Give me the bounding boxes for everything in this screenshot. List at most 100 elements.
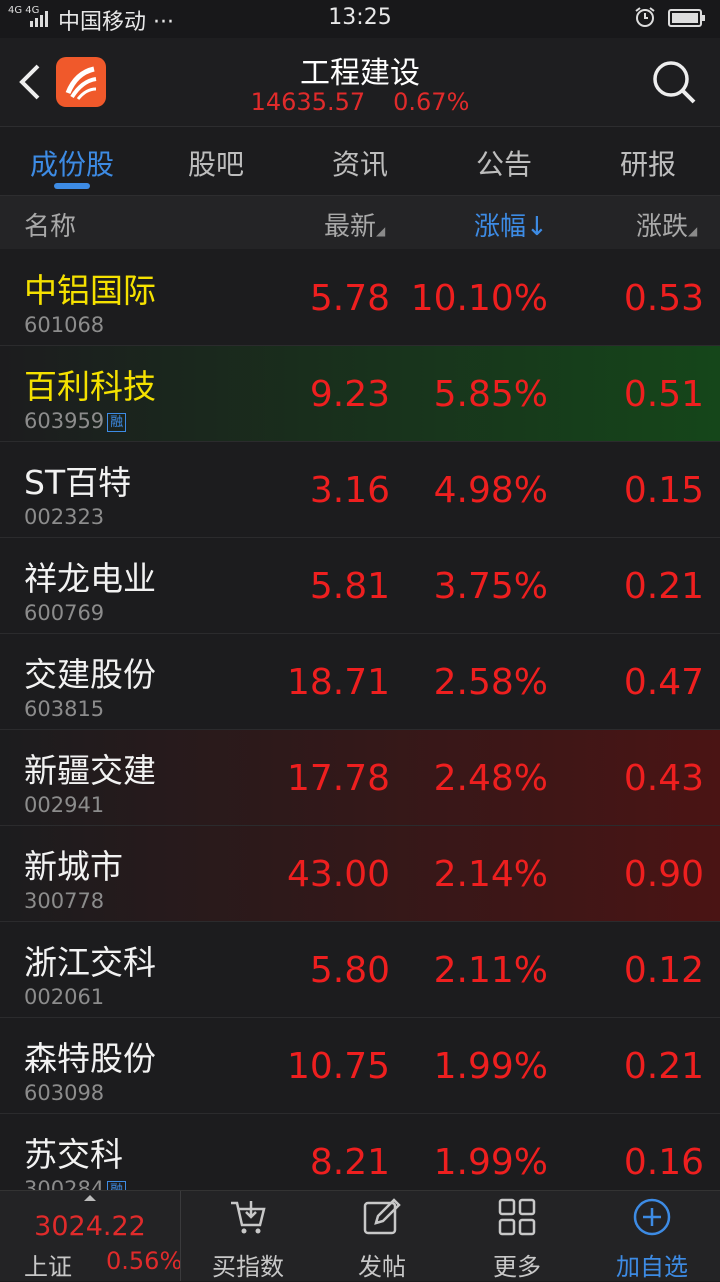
shanghai-index-button[interactable]: 3024.22 上证 0.56% bbox=[0, 1191, 183, 1281]
col-change-pct[interactable]: 涨幅↓ bbox=[474, 206, 548, 243]
stock-row[interactable]: ST百特 002323 3.16 4.98% 0.15 bbox=[0, 442, 720, 538]
sse-index-value: 3024.22 bbox=[34, 1211, 146, 1242]
search-icon[interactable] bbox=[650, 58, 698, 106]
stock-name: 交建股份 bbox=[24, 655, 156, 694]
stock-price: 10.75 bbox=[286, 1046, 390, 1087]
stock-code: 603098 bbox=[24, 1081, 105, 1105]
add-circle-icon bbox=[633, 1198, 671, 1236]
stock-row[interactable]: 森特股份 603098 10.75 1.99% 0.21 bbox=[0, 1018, 720, 1114]
column-header: 名称 最新◢ 涨幅↓ 涨跌◢ bbox=[0, 196, 720, 249]
stock-code-value: 300284 bbox=[24, 1177, 105, 1191]
index-change-pct: 0.67% bbox=[393, 88, 470, 116]
stock-change: 0.43 bbox=[623, 758, 704, 799]
stock-change: 0.21 bbox=[623, 566, 704, 607]
stock-code: 002941 bbox=[24, 793, 105, 817]
stock-name: 百利科技 bbox=[24, 367, 156, 406]
tab-constituents[interactable]: 成份股 bbox=[0, 143, 144, 183]
stock-row[interactable]: 苏交科 300284 融 8.21 1.99% 0.16 bbox=[0, 1114, 720, 1191]
more-label: 更多 bbox=[493, 1253, 541, 1281]
stock-price: 17.78 bbox=[286, 758, 390, 799]
buy-index-label: 买指数 bbox=[212, 1253, 284, 1281]
stock-row[interactable]: 祥龙电业 600769 5.81 3.75% 0.21 bbox=[0, 538, 720, 634]
stock-code: 300284 融 bbox=[24, 1177, 127, 1191]
add-watchlist-label: 加自选 bbox=[616, 1253, 688, 1281]
stock-price: 43.00 bbox=[286, 854, 390, 895]
shopping-cart-icon bbox=[231, 1201, 266, 1234]
grid-more-icon bbox=[498, 1198, 536, 1236]
stock-name: 新疆交建 bbox=[24, 751, 156, 790]
stock-price: 5.81 bbox=[309, 566, 390, 607]
stock-change: 0.15 bbox=[623, 470, 704, 511]
tab-forum[interactable]: 股吧 bbox=[144, 143, 288, 183]
clock: 13:25 bbox=[328, 5, 392, 30]
col-latest[interactable]: 最新◢ bbox=[324, 206, 385, 243]
sse-index-name: 上证 bbox=[24, 1253, 72, 1281]
add-watchlist-button[interactable]: 加自选 bbox=[587, 1191, 717, 1281]
stock-row[interactable]: 百利科技 603959 融 9.23 5.85% 0.51 bbox=[0, 346, 720, 442]
margin-badge: 融 bbox=[107, 413, 127, 432]
stock-change-pct: 2.58% bbox=[433, 662, 548, 703]
sort-triangle-icon: ◢ bbox=[688, 224, 698, 238]
battery-icon bbox=[668, 9, 705, 27]
tab-announcements[interactable]: 公告 bbox=[432, 143, 576, 183]
stock-price: 3.16 bbox=[309, 470, 390, 511]
stock-row[interactable]: 新疆交建 002941 17.78 2.48% 0.43 bbox=[0, 730, 720, 826]
stock-name: 新城市 bbox=[24, 847, 123, 886]
stock-price: 8.21 bbox=[309, 1142, 390, 1183]
stock-change: 0.47 bbox=[623, 662, 704, 703]
stock-change-pct: 2.48% bbox=[433, 758, 548, 799]
stock-code: 603959 融 bbox=[24, 409, 127, 433]
stock-change-pct: 10.10% bbox=[410, 278, 548, 319]
col-change[interactable]: 涨跌◢ bbox=[636, 206, 697, 243]
stock-row[interactable]: 浙江交科 002061 5.80 2.11% 0.12 bbox=[0, 922, 720, 1018]
index-quote: 14635.57 0.67% bbox=[0, 88, 720, 116]
page-header: 工程建设 14635.57 0.67% bbox=[0, 38, 720, 127]
stock-row[interactable]: 中铝国际 601068 5.78 10.10% 0.53 bbox=[0, 250, 720, 346]
expand-up-icon bbox=[84, 1195, 96, 1201]
stock-change: 0.21 bbox=[623, 1046, 704, 1087]
stock-change-pct: 1.99% bbox=[433, 1142, 548, 1183]
stock-change-pct: 2.14% bbox=[433, 854, 548, 895]
stock-name: 祥龙电业 bbox=[24, 559, 156, 598]
stock-row[interactable]: 交建股份 603815 18.71 2.58% 0.47 bbox=[0, 634, 720, 730]
sort-triangle-icon: ◢ bbox=[376, 224, 386, 238]
stock-name: 森特股份 bbox=[24, 1039, 156, 1078]
stock-change: 0.90 bbox=[623, 854, 704, 895]
stock-price: 5.78 bbox=[309, 278, 390, 319]
stock-change: 0.53 bbox=[623, 278, 704, 319]
stock-code: 300778 bbox=[24, 889, 105, 913]
stock-name: 苏交科 bbox=[24, 1135, 123, 1174]
col-name: 名称 bbox=[24, 212, 77, 242]
stock-change-pct: 5.85% bbox=[433, 374, 548, 415]
sse-index-change-pct: 0.56% bbox=[106, 1247, 183, 1275]
stock-change: 0.12 bbox=[623, 950, 704, 991]
post-button[interactable]: 发帖 bbox=[317, 1191, 447, 1281]
stock-code: 002323 bbox=[24, 505, 105, 529]
stock-row[interactable]: 新城市 300778 43.00 2.14% 0.90 bbox=[0, 826, 720, 922]
tab-news[interactable]: 资讯 bbox=[288, 143, 432, 183]
stock-change-pct: 1.99% bbox=[433, 1046, 548, 1087]
tab-research[interactable]: 研报 bbox=[576, 143, 720, 183]
active-tab-indicator bbox=[54, 183, 90, 189]
post-label: 发帖 bbox=[358, 1253, 406, 1281]
more-button[interactable]: 更多 bbox=[452, 1191, 582, 1281]
stock-change: 0.51 bbox=[623, 374, 704, 415]
stock-change-pct: 3.75% bbox=[433, 566, 548, 607]
edit-post-icon bbox=[363, 1198, 401, 1235]
index-value: 14635.57 bbox=[250, 88, 366, 116]
bottom-toolbar: 3024.22 上证 0.56% 买指数 发帖 更多 加自选 bbox=[0, 1190, 720, 1281]
divider bbox=[180, 1191, 181, 1281]
col-change-label: 涨跌 bbox=[636, 212, 689, 242]
stock-code: 601068 bbox=[24, 313, 105, 337]
buy-index-button[interactable]: 买指数 bbox=[183, 1191, 313, 1281]
stock-name: 浙江交科 bbox=[24, 943, 156, 982]
tab-bar: 成份股 股吧 资讯 公告 研报 bbox=[0, 127, 720, 196]
stock-code-value: 603959 bbox=[24, 409, 105, 433]
stock-price: 18.71 bbox=[286, 662, 390, 703]
stock-name: ST百特 bbox=[24, 463, 132, 502]
alarm-icon bbox=[635, 7, 655, 27]
stock-price: 5.80 bbox=[309, 950, 390, 991]
col-latest-label: 最新 bbox=[324, 212, 377, 242]
stock-change-pct: 4.98% bbox=[433, 470, 548, 511]
stock-change-pct: 2.11% bbox=[433, 950, 548, 991]
